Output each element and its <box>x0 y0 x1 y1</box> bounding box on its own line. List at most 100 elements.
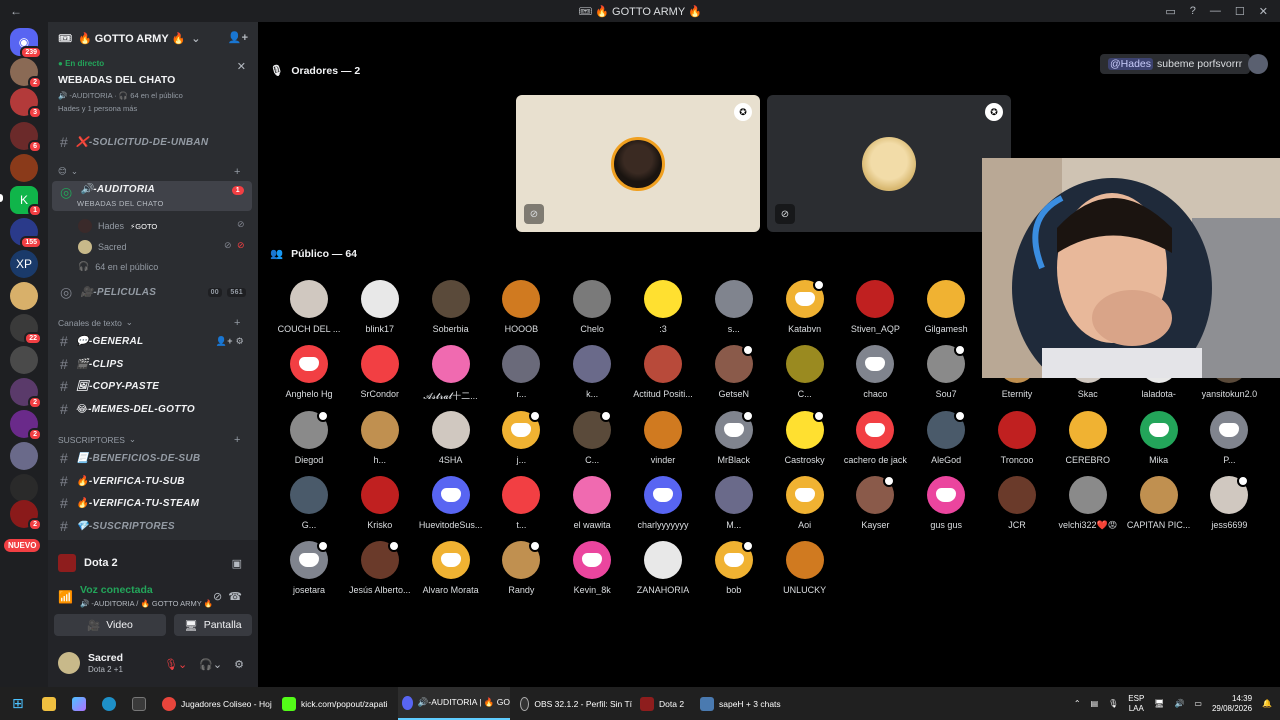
server-icon-15[interactable]: 2 <box>10 500 42 531</box>
audience-member[interactable]: s... <box>694 280 774 340</box>
channel-verifica-sub[interactable]: # 🔥-VERIFICA-TU-SUB <box>52 471 252 491</box>
voice-user[interactable]: Sacred <box>78 240 127 254</box>
audience-member[interactable]: Aoi <box>765 475 845 536</box>
audience-member[interactable]: Randy <box>481 540 561 601</box>
audience-member[interactable]: C... <box>552 409 632 471</box>
home-discord-icon[interactable]: ◉ 239 <box>10 28 42 59</box>
voice-user[interactable]: Hades ⚡GOTO <box>78 219 157 233</box>
taskbar-discord[interactable]: 🔊-AUDITORIA | 🔥 GO <box>398 687 510 720</box>
audience-member[interactable]: Kevin_8k <box>552 541 632 601</box>
audience-member[interactable]: SrCondor <box>340 345 420 405</box>
audience-member[interactable]: CAPITAN PIC... <box>1119 475 1199 536</box>
live-event-card[interactable]: ● En directo WEBADAS DEL CHATO 🔊 -AUDITO… <box>48 54 258 124</box>
audience-member[interactable]: P... <box>1189 410 1269 471</box>
audience-member[interactable]: Sou7 <box>906 344 986 405</box>
audience-member[interactable]: HOOOB <box>481 280 561 340</box>
audience-member[interactable]: jess6699 <box>1189 474 1269 536</box>
audience-member[interactable]: G... <box>269 475 349 536</box>
audience-member[interactable]: Mika <box>1119 410 1199 471</box>
server-header[interactable]: 🎟 🔥 GOTTO ARMY 🔥 ⌄ 👤+ <box>48 22 258 54</box>
signal-icon[interactable]: 📶 <box>58 590 73 604</box>
audience-member[interactable]: Anghelo Hg <box>269 345 349 405</box>
speaker-tile[interactable]: ✪ ⊘ <box>516 95 760 232</box>
audience-member[interactable]: Chelo <box>552 280 632 340</box>
server-icon-8[interactable] <box>10 282 38 310</box>
audience-member[interactable]: C... <box>765 345 845 405</box>
pin-icon[interactable]: ✪ <box>734 103 752 121</box>
audience-member[interactable]: CEREBRO <box>1048 410 1128 471</box>
activity-panel-icon[interactable]: ▣ <box>232 557 242 570</box>
back-arrow-icon[interactable]: ← <box>10 4 22 18</box>
activity-game[interactable]: Dota 2 ▣ <box>58 548 248 578</box>
audience-member[interactable]: Stiven_AQP <box>835 280 915 340</box>
close-icon[interactable]: ✕ <box>237 60 246 73</box>
audience-member[interactable]: Alvaro Morata <box>411 541 491 601</box>
audience-count[interactable]: 🎧 64 en el público <box>78 261 158 272</box>
kick-server-icon[interactable]: K1 <box>10 186 42 217</box>
chat-bubble[interactable]: @Hades subeme porfsvorrr <box>1100 54 1251 74</box>
avatar[interactable] <box>58 652 80 674</box>
invite-people-icon[interactable]: 👤+ <box>228 31 248 44</box>
text-category[interactable]: Canales de texto ⌄ + <box>58 317 240 329</box>
app-tray-icon[interactable]: ▤ <box>1091 699 1099 708</box>
mic-muted-icon[interactable]: 🎙⌄ <box>164 658 187 671</box>
audience-member[interactable]: M... <box>694 475 774 536</box>
notifications-icon[interactable]: 🔔 <box>1262 699 1272 708</box>
store-button[interactable] <box>132 687 146 720</box>
edge-button[interactable] <box>102 687 116 720</box>
audience-member[interactable]: HuevitodeSus... <box>411 475 491 536</box>
server-icon-2[interactable]: 3 <box>10 88 42 119</box>
volume-icon[interactable]: 🔊 <box>1174 699 1184 708</box>
server-icon-3[interactable]: 6 <box>10 122 42 153</box>
server-icon-14[interactable] <box>10 474 38 502</box>
inbox-icon[interactable]: ▭ <box>1165 5 1175 18</box>
audience-member[interactable]: Gilgamesh <box>906 280 986 340</box>
audience-member[interactable]: k... <box>552 345 632 405</box>
audience-member[interactable]: Soberbia <box>411 280 491 340</box>
add-channel-icon[interactable]: + <box>234 166 240 178</box>
taskbar-obs[interactable]: OBS 32.1.2 - Perfil: Sin Tí <box>520 687 632 720</box>
language-indicator[interactable]: ESP LAA <box>1128 694 1144 714</box>
audience-member[interactable]: 4SHA <box>411 410 491 471</box>
disconnect-icon[interactable]: ⊘ ☎ <box>213 590 242 603</box>
server-icon-10[interactable] <box>10 346 38 374</box>
channel-auditoria[interactable]: ◎ 🔊-AUDITORIA 1 WEBADAS DEL CHATO <box>52 181 252 211</box>
server-icon-6[interactable]: 155 <box>10 218 42 249</box>
audience-member[interactable]: Troncoo <box>977 410 1057 471</box>
user-name[interactable]: Sacred <box>88 652 123 664</box>
audience-member[interactable]: :3 <box>623 280 703 340</box>
muted-icon[interactable]: ⊘ <box>775 204 795 224</box>
audience-member[interactable]: blink17 <box>340 280 420 340</box>
help-icon[interactable]: ? <box>1190 5 1196 17</box>
pin-icon[interactable]: ✪ <box>985 103 1003 121</box>
screen-share-button[interactable]: 🖥 Pantalla <box>174 614 252 636</box>
channel-memes[interactable]: # 😂-MEMES-DEL-GOTTO <box>52 399 252 419</box>
taskbar-chats[interactable]: sapeH + 3 chats <box>700 687 790 720</box>
server-icon-12[interactable]: 2 <box>10 410 42 441</box>
channel-suscriptores[interactable]: # 💎-SUSCRIPTORES <box>52 516 252 536</box>
taskbar-chrome[interactable]: Jugadores Coliseo - Hoj <box>162 687 274 720</box>
audience-member[interactable]: Castrosky <box>765 409 845 471</box>
audience-member[interactable]: Kayser <box>835 474 915 536</box>
taskbar-kick[interactable]: kick.com/popout/zapati <box>282 687 392 720</box>
headphones-icon[interactable]: 🎧⌄ <box>199 658 222 671</box>
audience-member[interactable]: GetseN <box>694 344 774 405</box>
channel-unban[interactable]: # ❌-SOLICITUD-DE-UNBAN <box>52 132 252 152</box>
audience-member[interactable]: COUCH DEL ... <box>269 280 349 340</box>
audience-member[interactable]: Krisko <box>340 475 420 536</box>
close-icon[interactable]: ✕ <box>1259 5 1268 18</box>
start-button[interactable]: ⊞ <box>12 687 24 720</box>
audience-member[interactable]: Actitud Positi... <box>623 345 703 405</box>
channel-verifica-steam[interactable]: # 🔥-VERIFICA-TU-STEAM <box>52 493 252 513</box>
audience-member[interactable]: AleGod <box>906 409 986 471</box>
add-channel-icon[interactable]: + <box>234 434 240 446</box>
voice-category[interactable]: 😊 ⌄ + <box>58 166 240 178</box>
audience-member[interactable]: JCR <box>977 475 1057 536</box>
audience-member[interactable]: Jesús Alberto... <box>340 540 420 601</box>
audience-member[interactable]: MrBlack <box>694 409 774 471</box>
chevron-up-icon[interactable]: ⌃ <box>1074 699 1081 708</box>
audience-member[interactable]: j... <box>481 409 561 471</box>
audience-member[interactable]: Diegod <box>269 409 349 471</box>
channel-beneficios[interactable]: # 📃-BENEFICIOS-DE-SUB <box>52 448 252 468</box>
audience-member[interactable]: charlyyyyyyy <box>623 475 703 536</box>
